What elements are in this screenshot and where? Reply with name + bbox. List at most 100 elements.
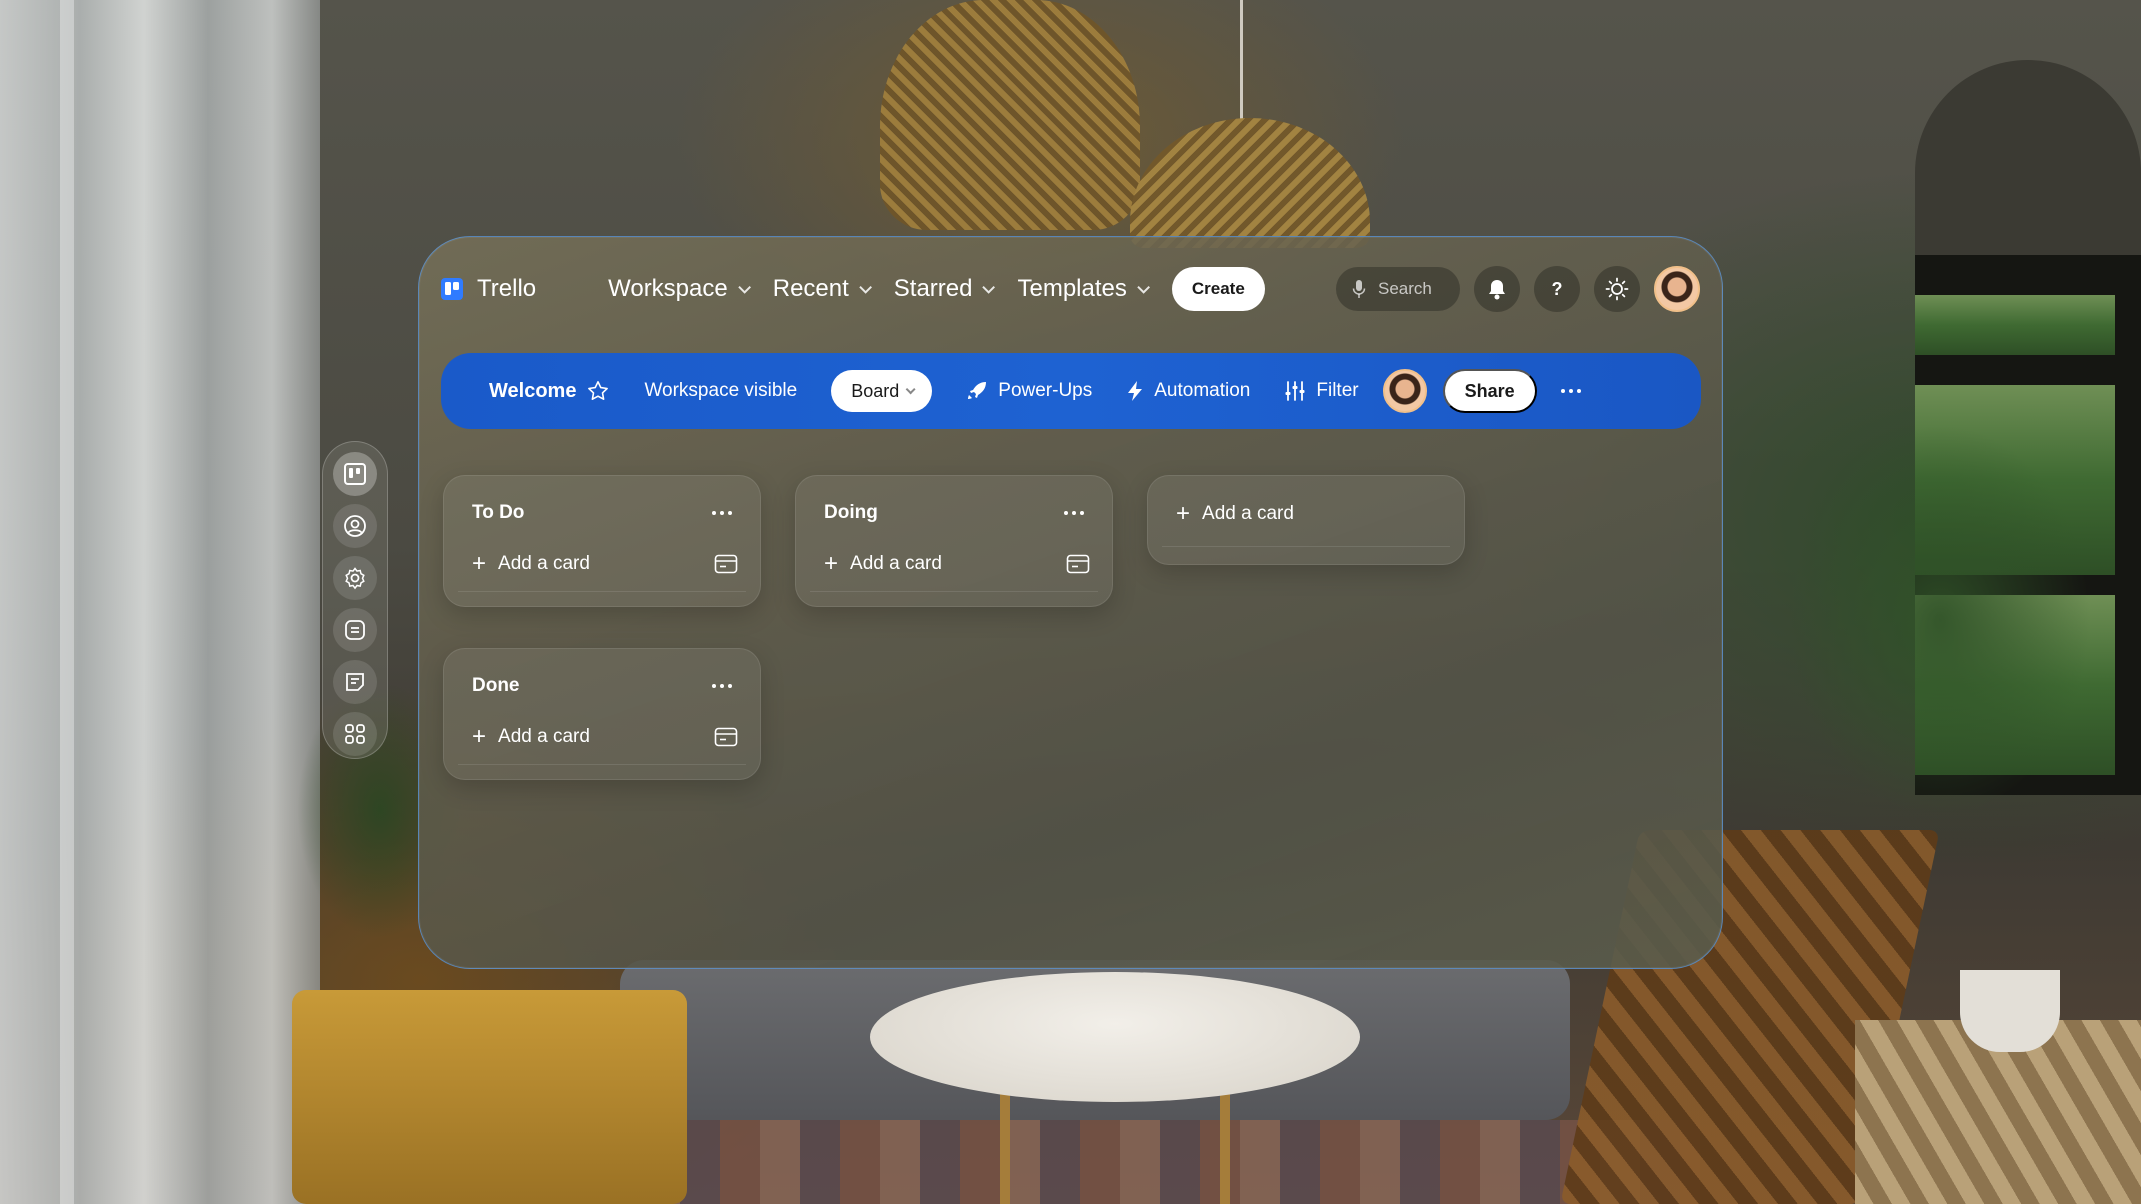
template-card-icon[interactable] — [1066, 554, 1090, 574]
list-divider — [458, 591, 746, 592]
add-list-row[interactable]: + Add a card — [1176, 502, 1442, 526]
powerups-button[interactable]: Power-Ups — [966, 380, 1092, 402]
trello-window: Trello Workspace Recent Starred Template… — [418, 236, 1723, 969]
background-plant-pot — [1960, 970, 2060, 1052]
background-pendant-lamp — [880, 0, 1140, 230]
visibility-button[interactable]: Workspace visible — [644, 380, 797, 402]
list-menu-icon[interactable] — [712, 684, 732, 688]
list-title[interactable]: To Do — [472, 502, 524, 524]
list-to-do: To Do + Add a card — [443, 475, 761, 607]
sun-icon — [1605, 277, 1629, 301]
add-card-row[interactable]: + Add a card — [472, 552, 738, 576]
background-table-leg — [1000, 1070, 1010, 1204]
user-avatar[interactable] — [1654, 266, 1700, 312]
add-list[interactable]: + Add a card — [1147, 475, 1465, 565]
add-card-label: Add a card — [498, 726, 590, 747]
automation-button[interactable]: Automation — [1126, 380, 1250, 402]
settings-icon[interactable] — [333, 556, 377, 600]
background-sofa — [620, 960, 1570, 1120]
chevron-down-icon — [737, 280, 751, 294]
powerups-label: Power-Ups — [998, 380, 1093, 401]
app-name: Trello — [477, 275, 537, 302]
star-icon[interactable] — [586, 379, 610, 403]
nav-starred-label: Starred — [893, 275, 973, 302]
list-title[interactable]: Doing — [824, 502, 878, 524]
nav-recent-label: Recent — [772, 275, 849, 302]
side-ornament — [322, 441, 388, 759]
add-card-row[interactable]: + Add a card — [824, 552, 1090, 576]
list-divider — [1162, 546, 1450, 547]
member-avatar[interactable] — [1382, 369, 1427, 413]
notifications-button[interactable] — [1474, 266, 1520, 312]
share-button[interactable]: Share — [1442, 369, 1537, 413]
add-card-label: Add a card — [498, 553, 590, 574]
add-card-row[interactable]: + Add a card — [472, 725, 738, 749]
background-plant-right — [1740, 380, 2141, 900]
board-title-label: Welcome — [489, 379, 577, 402]
search-input[interactable]: Search — [1336, 267, 1460, 311]
app-logo[interactable]: Trello — [441, 275, 536, 303]
background-curtain-fold — [60, 0, 74, 1204]
chevron-down-icon — [905, 383, 916, 394]
background-coffee-table — [870, 972, 1360, 1102]
plus-icon: + — [472, 723, 487, 750]
list-divider — [458, 764, 746, 765]
list-title[interactable]: Done — [472, 675, 520, 697]
apps-icon[interactable] — [333, 712, 377, 756]
list-icon[interactable] — [333, 608, 377, 652]
nav-starred[interactable]: Starred — [893, 275, 996, 303]
background-pendant-lamp-small — [1130, 118, 1370, 248]
visibility-label: Workspace visible — [644, 380, 798, 401]
filter-button[interactable]: Filter — [1284, 380, 1359, 402]
list-header: Doing — [824, 502, 1084, 524]
list-doing: Doing + Add a card — [795, 475, 1113, 607]
automation-label: Automation — [1154, 380, 1251, 401]
background-curtain — [0, 0, 320, 1204]
profile-icon[interactable] — [333, 504, 377, 548]
board-view-switcher[interactable]: Board — [831, 370, 933, 412]
theme-toggle-button[interactable] — [1594, 266, 1640, 312]
template-card-icon[interactable] — [714, 554, 738, 574]
create-button[interactable]: Create — [1171, 267, 1265, 311]
nav-workspace[interactable]: Workspace — [608, 275, 751, 303]
background-lamp-cord — [1240, 0, 1243, 120]
list-menu-icon[interactable] — [1064, 511, 1084, 515]
notes-icon[interactable] — [333, 660, 377, 704]
bell-icon — [1489, 280, 1505, 300]
background-cabinet — [1855, 1020, 2141, 1204]
background-table-leg — [1220, 1070, 1230, 1204]
list-header: To Do — [472, 502, 732, 524]
help-icon: ? — [1551, 278, 1563, 299]
list-menu-icon[interactable] — [712, 511, 732, 515]
board-header: Welcome Workspace visible Board Power-Up… — [441, 353, 1701, 429]
filter-label: Filter — [1316, 380, 1359, 401]
nav-recent[interactable]: Recent — [772, 275, 872, 303]
list-done: Done + Add a card — [443, 648, 761, 780]
board-view-label: Board — [851, 380, 900, 401]
list-divider — [810, 591, 1098, 592]
background-window — [1915, 255, 2141, 795]
nav-templates-label: Templates — [1017, 275, 1127, 302]
board-icon[interactable] — [333, 452, 377, 496]
microphone-icon — [1352, 280, 1366, 298]
plus-icon: + — [472, 550, 487, 577]
search-placeholder: Search — [1378, 279, 1432, 298]
more-options-icon[interactable] — [1560, 389, 1581, 393]
help-button[interactable]: ? — [1534, 266, 1580, 312]
top-navigation: Trello Workspace Recent Starred Template… — [441, 259, 1700, 319]
plus-icon: + — [1176, 500, 1191, 527]
template-card-icon[interactable] — [714, 727, 738, 747]
main-nav: Workspace Recent Starred Templates Creat… — [608, 267, 1265, 311]
add-card-label: Add a card — [850, 553, 942, 574]
rocket-icon — [968, 382, 987, 399]
trello-logo-icon — [441, 278, 463, 300]
add-list-label: Add a card — [1202, 503, 1294, 524]
chevron-down-icon — [982, 280, 996, 294]
background-arch — [1915, 60, 2141, 290]
list-header: Done — [472, 675, 732, 697]
filter-icon — [1285, 381, 1305, 401]
nav-templates[interactable]: Templates — [1017, 275, 1150, 303]
chevron-down-icon — [859, 280, 872, 294]
plus-icon: + — [824, 550, 839, 577]
board-title[interactable]: Welcome — [489, 379, 610, 403]
